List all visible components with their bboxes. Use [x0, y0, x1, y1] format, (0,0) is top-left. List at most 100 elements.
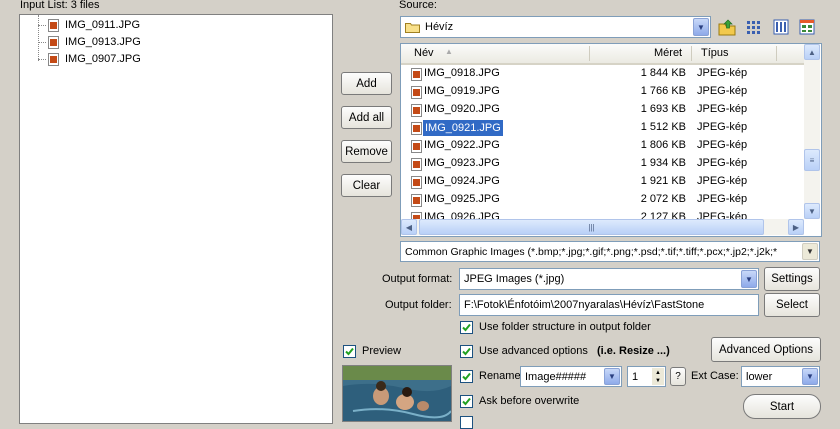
folder-icon [405, 22, 420, 33]
help-button[interactable]: ? [670, 367, 686, 386]
chevron-down-icon[interactable]: ▼ [802, 243, 818, 260]
file-row[interactable]: IMG_0920.JPG 1 693 KB JPEG-kép [401, 101, 804, 119]
clear-button[interactable]: Clear [341, 174, 392, 197]
use-advanced-options-checkbox[interactable] [460, 345, 473, 358]
file-rows: IMG_0918.JPG 1 844 KB JPEG-kép IMG_0919.JP… [401, 65, 804, 225]
file-row[interactable]: IMG_0919.JPG 1 766 KB JPEG-kép [401, 83, 804, 101]
file-row-selected[interactable]: IMG_0921.JPG 1 512 KB JPEG-kép [401, 119, 804, 137]
file-name: IMG_0918.JPG [424, 67, 500, 79]
rename-start-stepper[interactable]: 1 ▲ ▼ [627, 366, 666, 387]
folder-up-icon[interactable] [717, 17, 737, 37]
scroll-thumb-horizontal[interactable]: ||| [419, 219, 764, 235]
jpg-file-icon [411, 86, 422, 99]
file-type: JPEG-kép [697, 85, 748, 97]
partial-checkbox[interactable] [460, 416, 473, 429]
output-folder-value: F:\Fotok\Énfotóim\2007nyaralas\Hévíz\Fas… [464, 299, 705, 311]
file-row[interactable]: IMG_0922.JPG 1 806 KB JPEG-kép [401, 137, 804, 155]
file-name: IMG_0923.JPG [424, 157, 500, 169]
source-file-list[interactable]: Név ▲ Méret Típus IMG_0918.JPG 1 844 KB JP… [400, 43, 822, 237]
preview-label: Preview [362, 345, 402, 357]
rename-pattern-dropdown[interactable]: Image##### ▼ [520, 366, 622, 387]
file-row[interactable]: IMG_0924.JPG 1 921 KB JPEG-kép [401, 173, 804, 191]
input-file-name: IMG_0907.JPG [65, 53, 141, 65]
chevron-down-icon[interactable]: ▼ [604, 368, 620, 385]
rename-pattern-value: Image##### [525, 370, 587, 383]
source-folder-dropdown[interactable]: Hévíz ▼ [400, 16, 711, 38]
input-file-name: IMG_0911.JPG [65, 19, 140, 31]
column-size-header[interactable]: Méret [654, 47, 682, 59]
input-list-label: Input List: 3 files [20, 0, 100, 11]
file-size: 1 806 KB [640, 139, 686, 151]
column-type-header[interactable]: Típus [701, 47, 729, 59]
settings-button[interactable]: Settings [764, 267, 820, 291]
file-size: 1 921 KB [640, 175, 686, 187]
file-name: IMG_0919.JPG [424, 85, 500, 97]
ext-case-label: Ext Case: [691, 370, 739, 382]
chevron-down-icon[interactable]: ▼ [693, 18, 709, 36]
file-row[interactable]: IMG_0925.JPG 2 072 KB JPEG-kép [401, 191, 804, 209]
details-view-icon[interactable] [772, 18, 790, 36]
ask-overwrite-checkbox[interactable] [460, 395, 473, 408]
input-list-item[interactable]: IMG_0913.JPG [38, 34, 141, 50]
file-size: 1 844 KB [640, 67, 686, 79]
file-type: JPEG-kép [697, 175, 748, 187]
tree-branch [38, 25, 46, 26]
jpg-file-icon [411, 122, 422, 135]
file-size: 1 512 KB [640, 121, 686, 133]
ext-case-dropdown[interactable]: lower ▼ [741, 366, 820, 387]
vertical-scrollbar[interactable]: ▲ ≡ ▼ [804, 44, 820, 219]
start-button[interactable]: Start [743, 394, 821, 419]
advanced-options-button[interactable]: Advanced Options [711, 337, 821, 362]
file-filter-dropdown[interactable]: Common Graphic Images (*.bmp;*.jpg;*.gif… [400, 241, 820, 262]
remove-button[interactable]: Remove [341, 140, 392, 163]
source-folder-name: Hévíz [425, 21, 454, 33]
file-type: JPEG-kép [697, 121, 748, 133]
input-list-item[interactable]: IMG_0907.JPG [38, 51, 141, 67]
ext-case-value: lower [746, 370, 773, 383]
jpg-file-icon [48, 52, 59, 66]
preview-checkbox[interactable] [343, 345, 356, 358]
output-folder-field[interactable]: F:\Fotok\Énfotóim\2007nyaralas\Hévíz\Fas… [459, 294, 759, 316]
sort-asc-icon: ▲ [445, 47, 453, 56]
file-size: 1 934 KB [640, 157, 686, 169]
tree-branch [38, 42, 46, 43]
jpg-file-icon [411, 158, 422, 171]
file-size: 1 766 KB [640, 85, 686, 97]
file-type: JPEG-kép [697, 67, 748, 79]
use-folder-structure-checkbox[interactable] [460, 321, 473, 334]
add-all-button[interactable]: Add all [341, 106, 392, 129]
list-view-icon[interactable] [745, 18, 763, 36]
scroll-up-icon[interactable]: ▲ [804, 44, 820, 60]
scroll-thumb[interactable]: ≡ [804, 149, 820, 171]
file-row[interactable]: IMG_0923.JPG 1 934 KB JPEG-kép [401, 155, 804, 173]
add-button[interactable]: Add [341, 72, 392, 95]
file-filter-value: Common Graphic Images (*.bmp;*.jpg;*.gif… [405, 245, 778, 258]
output-format-label: Output format: [382, 273, 453, 285]
source-label: Source: [399, 0, 437, 11]
column-name-header[interactable]: Név [414, 47, 434, 59]
input-list-panel[interactable]: IMG_0911.JPG IMG_0913.JPG IMG_0907.JPG [19, 14, 333, 424]
jpg-file-icon [48, 18, 59, 32]
scroll-down-icon[interactable]: ▼ [804, 203, 820, 219]
file-name: IMG_0924.JPG [424, 175, 500, 187]
select-button[interactable]: Select [764, 293, 820, 317]
chevron-down-icon[interactable]: ▼ [802, 368, 818, 385]
jpg-file-icon [411, 140, 422, 153]
output-format-dropdown[interactable]: JPEG Images (*.jpg) ▼ [459, 268, 759, 290]
advanced-options-hint: (i.e. Resize ...) [597, 345, 670, 357]
input-list-item[interactable]: IMG_0911.JPG [38, 17, 140, 33]
chevron-down-icon[interactable]: ▼ [741, 270, 757, 288]
horizontal-scrollbar[interactable]: ◀ ||| ▶ [401, 219, 804, 235]
stepper-down-icon[interactable]: ▼ [652, 376, 664, 385]
file-type: JPEG-kép [697, 103, 748, 115]
file-type: JPEG-kép [697, 139, 748, 151]
thumbnail-view-icon[interactable] [798, 18, 816, 36]
rename-checkbox[interactable] [460, 370, 473, 383]
file-row[interactable]: IMG_0918.JPG 1 844 KB JPEG-kép [401, 65, 804, 83]
header-divider [776, 46, 777, 61]
rename-label: Rename [479, 370, 521, 382]
jpg-file-icon [411, 68, 422, 81]
file-name: IMG_0920.JPG [424, 103, 500, 115]
scroll-right-icon[interactable]: ▶ [788, 219, 804, 235]
scroll-left-icon[interactable]: ◀ [401, 219, 417, 235]
